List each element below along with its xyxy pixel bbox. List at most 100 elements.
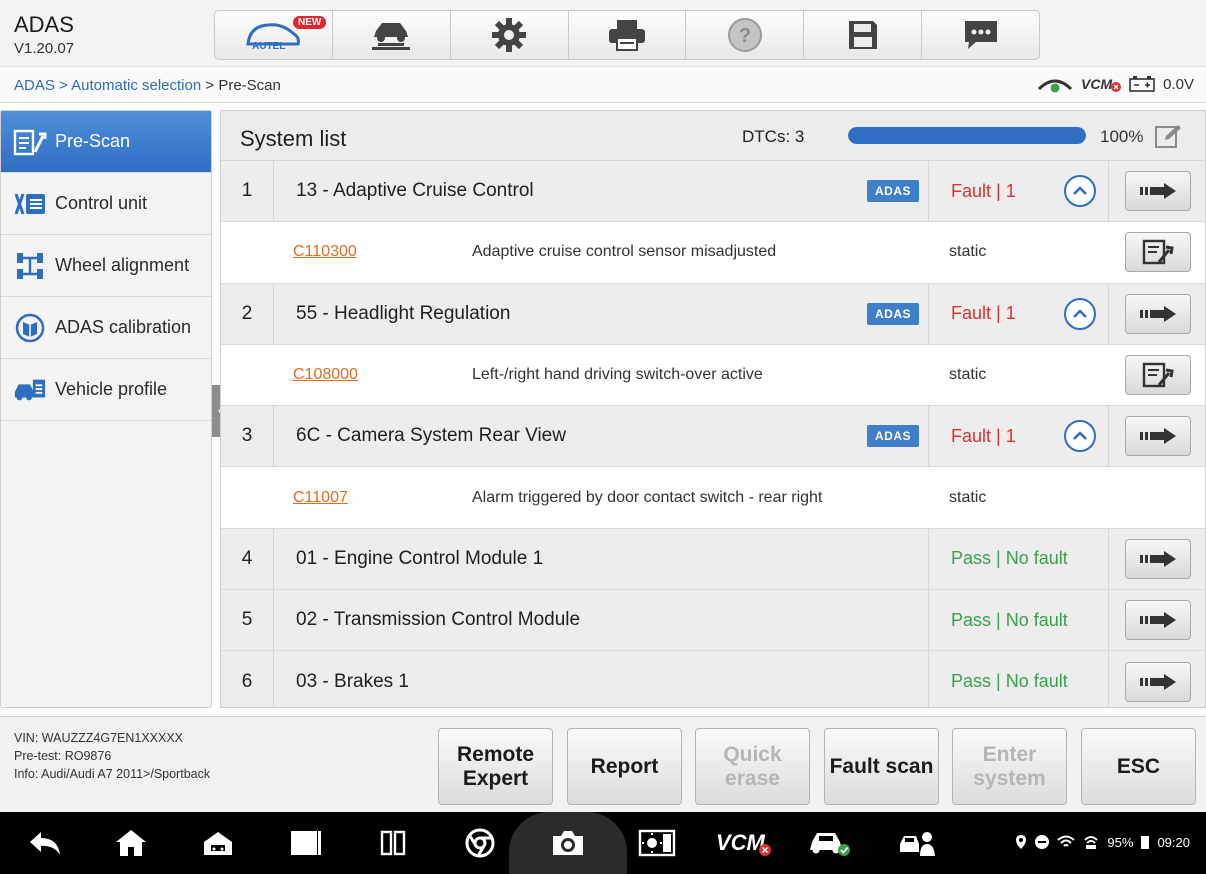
system-row[interactable]: 4 01 - Engine Control Module 1 Pass | No… [221,528,1205,591]
connection-icon [1037,79,1073,93]
settings-gear-icon [492,18,527,52]
main-toolbar: AUTEL NEW ? [214,10,1040,60]
connection-status: VCM 0.0V [1037,75,1194,93]
top-bar: ADAS V1.20.07 AUTEL NEW ? [0,0,1206,66]
settings-button[interactable] [451,11,569,59]
vcm-status: VCM [1081,76,1113,92]
chevron-up-icon [1064,420,1096,453]
breadcrumb-bar: ADAS > Automatic selection > Pre-Scan VC… [0,66,1206,103]
voltage-value: 0.0V [1163,75,1194,93]
printer-icon [609,20,645,51]
vehicle-lift-button[interactable] [333,11,451,59]
vehicle-profile-icon [13,375,47,405]
help-icon: ? [727,18,762,52]
save-button[interactable] [804,11,923,59]
breadcrumb-adas[interactable]: ADAS [14,77,55,94]
system-list-panel: System list DTCs: 3 100% 1 13 - Adaptive… [220,110,1206,708]
app-version: V1.20.07 [14,40,75,57]
adas-badge-label: ADAS [867,302,920,325]
vehicle-connection-button[interactable] [808,828,852,858]
edit-icon[interactable] [1154,123,1182,149]
android-status-area: 95% 09:20 [1015,834,1190,850]
repair-help-action[interactable] [1108,345,1205,405]
system-row[interactable]: 6 03 - Brakes 1 Pass | No fault [221,651,1205,707]
adas-calibration-icon [13,313,47,343]
arrow-right-icon [1125,416,1191,457]
dtc-description: Alarm triggered by door contact switch -… [472,488,823,506]
app-home-button[interactable] [202,828,234,858]
breadcrumb: ADAS > Automatic selection > Pre-Scan [14,77,281,94]
collapse-toggle[interactable] [1064,161,1096,221]
split-screen-button[interactable] [380,828,406,858]
print-button[interactable] [569,11,687,59]
adas-badge: ADAS [867,161,920,221]
system-row[interactable]: 5 02 - Transmission Control Module Pass … [221,590,1205,652]
system-list-title: System list [240,126,347,151]
dtc-count: DTCs: 3 [742,127,805,146]
arrow-right-icon [1125,661,1191,702]
sidebar-item-vehicle-profile[interactable]: Vehicle profile [1,359,211,421]
dtc-code[interactable]: C11007 [293,467,348,527]
sidebar-item-pre-scan[interactable]: Pre-Scan [1,111,211,173]
enter-system-action[interactable] [1108,651,1205,707]
dtc-code[interactable]: C108000 [293,345,358,405]
help-button[interactable]: ? [686,11,805,59]
enter-system-action[interactable] [1108,528,1205,590]
location-icon [1016,835,1027,849]
report-button[interactable]: Report [567,728,682,805]
collapse-toggle[interactable] [1064,406,1096,466]
fault-scan-button[interactable]: Fault scan [824,728,939,805]
recent-apps-button[interactable] [290,828,322,858]
enter-system-action[interactable] [1108,590,1205,651]
sidebar-item-control-unit[interactable]: Control unit [1,173,211,235]
adas-badge-label: ADAS [867,180,920,203]
arrow-right-icon [1125,538,1191,579]
wheel-alignment-icon [13,251,47,281]
breadcrumb-automatic-selection[interactable]: Automatic selection [71,77,201,94]
back-button[interactable] [28,828,62,858]
remote-support-button[interactable] [898,828,938,858]
dtc-code[interactable]: C110300 [293,222,357,282]
repair-tool-icon [1124,355,1191,396]
system-name: 6C - Camera System Rear View [296,425,566,447]
clock: 09:20 [1157,834,1190,850]
enter-system-action[interactable] [1108,161,1205,222]
home-button[interactable] [114,828,148,858]
system-number: 4 [221,528,274,590]
brightness-icon [638,829,676,857]
system-name: 55 - Headlight Regulation [296,302,511,324]
sidebar-item-wheel-alignment[interactable]: Wheel alignment [1,235,211,297]
autel-home-button[interactable]: AUTEL NEW [215,11,333,59]
system-row[interactable]: 3 6C - Camera System Rear View ADAS Faul… [221,406,1205,468]
scan-progress-fill [848,127,1086,144]
messages-button[interactable] [922,11,1039,59]
repair-tool-icon [1124,232,1191,273]
quick-erase-button[interactable]: Quick erase [695,728,810,805]
recent-apps-icon [291,831,321,855]
vcm-manager-button[interactable]: VCM [716,828,771,858]
arrow-right-icon [1125,293,1191,334]
system-row[interactable]: 1 13 - Adaptive Cruise Control ADAS Faul… [221,161,1205,223]
enter-system-action[interactable] [1108,283,1205,344]
breadcrumb-separator: > [54,77,72,94]
system-row[interactable]: 2 55 - Headlight Regulation ADAS Fault |… [221,283,1205,345]
browser-button[interactable] [465,828,495,858]
repair-help-action[interactable] [1108,222,1205,282]
remote-expert-button[interactable]: Remote Expert [438,728,553,805]
display-settings-button[interactable] [638,828,676,858]
signal-icon [1084,836,1099,849]
system-name: 02 - Transmission Control Module [296,609,581,631]
sidebar-item-adas-calibration[interactable]: ADAS calibration [1,297,211,359]
vehicle-lift-icon [372,23,411,50]
quick-erase-label-1: Quick [723,742,782,766]
esc-button[interactable]: ESC [1081,728,1196,805]
enter-system-button[interactable]: Enter system [952,728,1067,805]
enter-system-action[interactable] [1108,406,1205,467]
new-badge: NEW [293,16,327,29]
adas-badge-label: ADAS [867,425,920,448]
screenshot-button[interactable] [551,828,585,858]
adas-badge: ADAS [867,284,920,344]
battery-percent: 95% [1107,834,1134,850]
scan-progress-bar [848,127,1086,144]
collapse-toggle[interactable] [1064,284,1096,344]
